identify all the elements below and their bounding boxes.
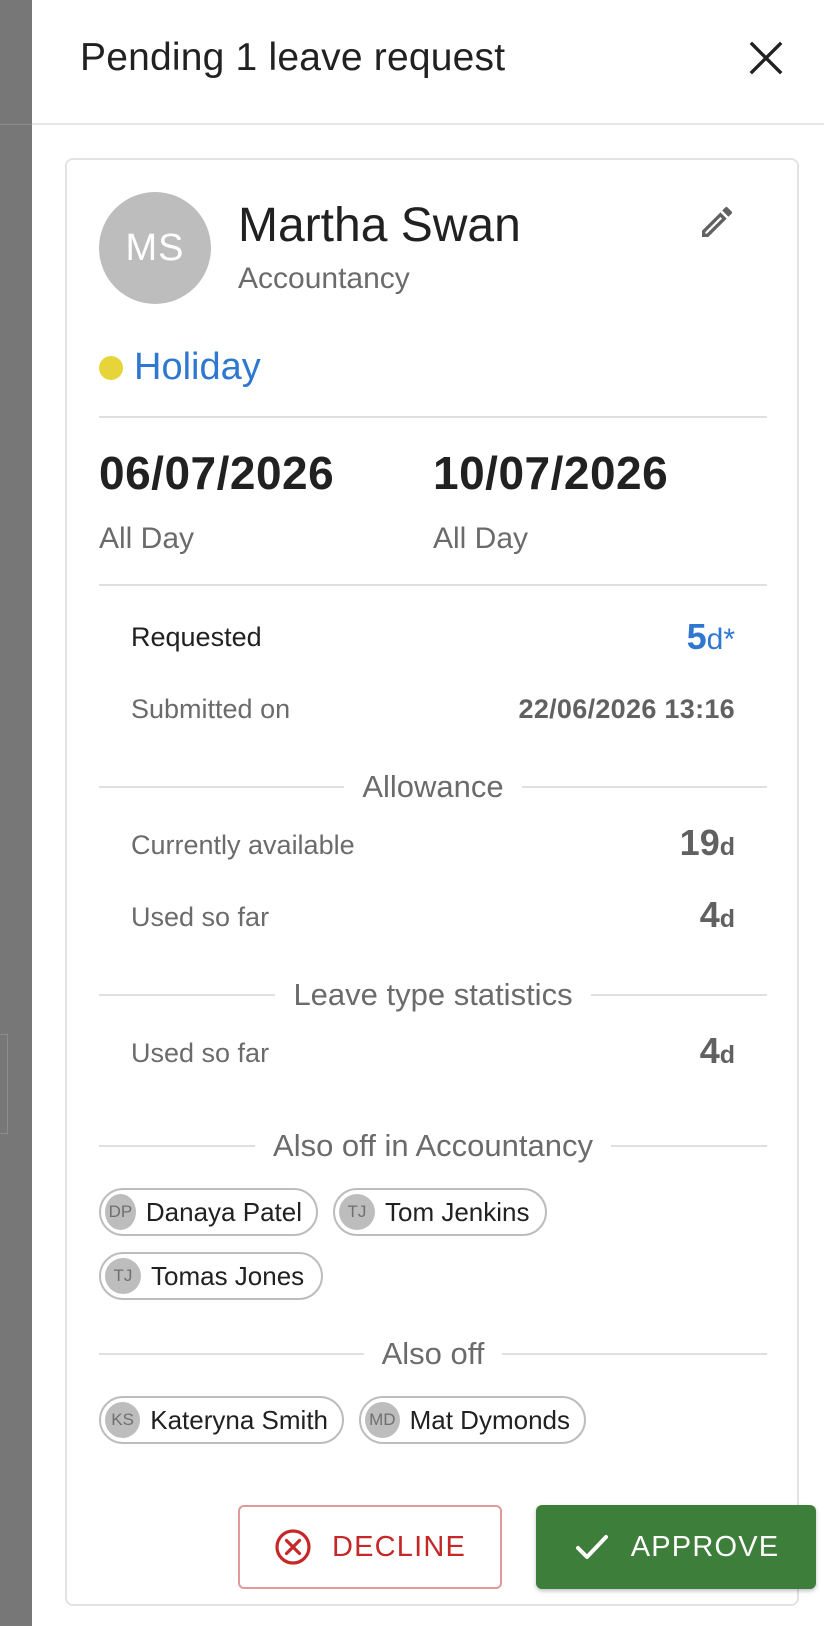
leave-request-card: MS Martha Swan Accountancy Holiday 06/07… bbox=[65, 158, 816, 1606]
also-off-heading-text: Also off bbox=[381, 1336, 485, 1371]
pencil-icon bbox=[702, 206, 733, 237]
approve-button[interactable]: APPROVE bbox=[536, 1505, 816, 1589]
divider bbox=[99, 584, 767, 586]
also-off-department-heading: Also off in Accountancy bbox=[99, 1126, 767, 1166]
end-date: 10/07/2026 bbox=[433, 447, 669, 499]
allowance-heading-text: Allowance bbox=[362, 769, 504, 804]
close-button[interactable] bbox=[744, 36, 788, 80]
requested-days: 5 bbox=[686, 616, 707, 657]
cancel-circle-icon bbox=[275, 1529, 311, 1565]
approve-label: APPROVE bbox=[630, 1530, 780, 1563]
chip-avatar: KS bbox=[105, 1402, 141, 1438]
chip-avatar: TJ bbox=[339, 1194, 375, 1230]
leave-type-color-dot bbox=[99, 356, 123, 380]
employee-name: Martha Swan bbox=[238, 199, 521, 252]
decline-label: DECLINE bbox=[331, 1530, 467, 1563]
chip-avatar: MD bbox=[365, 1402, 400, 1438]
type-used-so-far-label: Used so far bbox=[131, 1038, 270, 1068]
edit-button[interactable] bbox=[697, 202, 737, 242]
close-icon bbox=[749, 41, 783, 75]
also-off-heading: Also off bbox=[99, 1334, 768, 1374]
requested-unit: d* bbox=[706, 623, 735, 656]
submitted-label: Submitted on bbox=[131, 694, 291, 724]
chip-avatar: DP bbox=[105, 1194, 136, 1230]
used-so-far-value: 4d bbox=[700, 894, 735, 936]
available-unit: d bbox=[719, 833, 735, 861]
requested-value: 5d* bbox=[687, 616, 735, 658]
leave-type-statistics-heading: Leave type statistics bbox=[99, 975, 768, 1015]
drawer-title: Pending 1 leave request bbox=[80, 36, 506, 79]
end-period: All Day bbox=[433, 522, 529, 555]
chip-name: Kateryna Smith bbox=[150, 1404, 328, 1435]
person-chip[interactable]: MD Mat Dymonds bbox=[359, 1396, 586, 1444]
used-unit: d bbox=[719, 905, 735, 933]
currently-available-label: Currently available bbox=[131, 830, 355, 860]
type-used-so-far-value: 4d bbox=[700, 1030, 735, 1072]
start-date: 06/07/2026 bbox=[99, 447, 335, 499]
chip-avatar: TJ bbox=[105, 1258, 141, 1294]
person-chip[interactable]: DP Danaya Patel bbox=[99, 1188, 318, 1236]
leave-request-drawer: Pending 1 leave request MS Martha Swan A… bbox=[32, 0, 824, 1626]
start-period: All Day bbox=[99, 522, 195, 555]
check-icon bbox=[575, 1535, 608, 1559]
available-days: 19 bbox=[679, 822, 720, 863]
drawer-header: Pending 1 leave request bbox=[32, 0, 824, 125]
submitted-value: 22/06/2026 13:16 bbox=[518, 694, 735, 724]
backdrop-divider bbox=[0, 124, 32, 125]
avatar: MS bbox=[99, 192, 211, 304]
also-off-department-heading-text: Also off in Accountancy bbox=[273, 1128, 593, 1163]
chip-name: Danaya Patel bbox=[145, 1196, 302, 1227]
type-used-unit: d bbox=[719, 1041, 735, 1069]
requested-label: Requested bbox=[131, 622, 262, 652]
used-days: 4 bbox=[699, 894, 720, 935]
chip-name: Tom Jenkins bbox=[385, 1196, 530, 1227]
used-so-far-label: Used so far bbox=[131, 902, 270, 932]
modal-backdrop[interactable] bbox=[0, 0, 32, 1626]
decline-button[interactable]: DECLINE bbox=[238, 1505, 502, 1589]
leave-type-label: Holiday bbox=[134, 346, 261, 388]
employee-department: Accountancy bbox=[238, 262, 410, 295]
chip-name: Mat Dymonds bbox=[409, 1404, 570, 1435]
person-chip[interactable]: TJ Tom Jenkins bbox=[333, 1188, 547, 1236]
allowance-heading: Allowance bbox=[99, 767, 767, 807]
divider bbox=[99, 416, 767, 418]
backdrop-panel-edge bbox=[0, 1034, 8, 1134]
chip-name: Tomas Jones bbox=[151, 1260, 305, 1291]
type-used-days: 4 bbox=[699, 1030, 720, 1071]
leave-type-statistics-heading-text: Leave type statistics bbox=[293, 977, 573, 1012]
person-chip[interactable]: KS Kateryna Smith bbox=[99, 1396, 344, 1444]
currently-available-value: 19d bbox=[680, 822, 735, 864]
person-chip[interactable]: TJ Tomas Jones bbox=[99, 1252, 323, 1300]
